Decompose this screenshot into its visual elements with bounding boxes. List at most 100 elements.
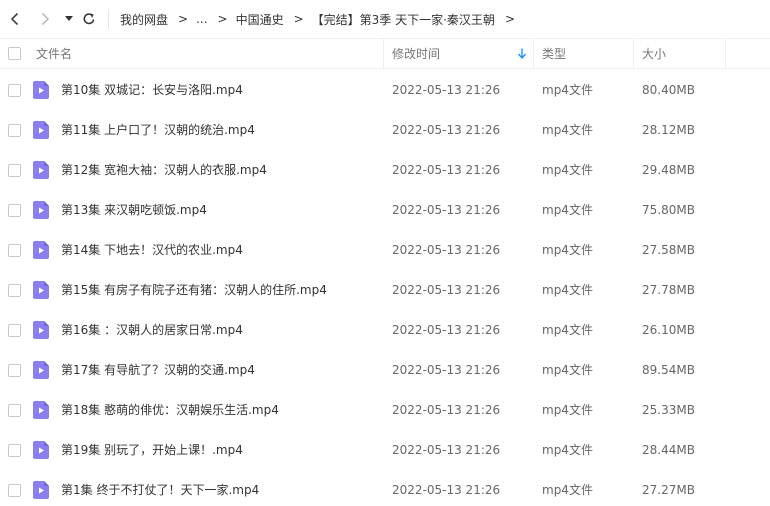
file-row[interactable]: 第1集 终于不打仗了！天下一家.mp4 2022-05-13 21:26 mp4文件… (0, 470, 770, 506)
breadcrumb-item-current[interactable]: 【完结】第3季 天下一家·秦汉王朝 (312, 11, 495, 28)
breadcrumb-item-ellipsis[interactable]: ... (196, 12, 207, 26)
breadcrumb-separator: > (293, 12, 304, 26)
breadcrumb-item-root[interactable]: 我的网盘 (120, 11, 168, 28)
back-button[interactable] (6, 10, 24, 28)
file-modified-time: 2022-05-13 21:26 (392, 323, 501, 337)
video-file-icon (33, 121, 49, 139)
file-size: 89.54MB (642, 363, 695, 377)
row-checkbox[interactable] (8, 244, 21, 257)
file-modified-time: 2022-05-13 21:26 (392, 283, 501, 297)
file-name: 第17集 有导航了？汉朝的交通.mp4 (61, 363, 255, 377)
file-name: 第10集 双城记：长安与洛阳.mp4 (61, 83, 243, 97)
video-file-icon (33, 241, 49, 259)
column-divider[interactable] (725, 39, 726, 68)
file-modified-time: 2022-05-13 21:26 (392, 83, 501, 97)
column-divider[interactable] (533, 39, 534, 68)
file-size: 28.44MB (642, 443, 695, 457)
file-size: 26.10MB (642, 323, 695, 337)
file-size: 27.78MB (642, 283, 695, 297)
file-row[interactable]: 第14集 下地去！汉代的农业.mp4 2022-05-13 21:26 mp4文件 2… (0, 230, 770, 270)
video-file-icon (33, 161, 49, 179)
file-modified-time: 2022-05-13 21:26 (392, 443, 501, 457)
file-size: 80.40MB (642, 83, 695, 97)
video-file-icon (33, 81, 49, 99)
file-type: mp4文件 (542, 483, 593, 497)
video-file-icon (33, 401, 49, 419)
row-checkbox[interactable] (8, 284, 21, 297)
row-checkbox[interactable] (8, 164, 21, 177)
breadcrumb: 我的网盘 > ... > 中国通史 > 【完结】第3季 天下一家·秦汉王朝 > (120, 0, 523, 38)
forward-button[interactable] (36, 10, 54, 28)
refresh-button[interactable] (80, 10, 98, 28)
file-name: 第14集 下地去！汉代的农业.mp4 (61, 243, 243, 257)
file-modified-time: 2022-05-13 21:26 (392, 203, 501, 217)
row-checkbox[interactable] (8, 404, 21, 417)
video-file-icon (33, 361, 49, 379)
file-row[interactable]: 第16集 ：汉朝人的居家日常.mp4 2022-05-13 21:26 mp4文件 2… (0, 310, 770, 350)
file-size: 29.48MB (642, 163, 695, 177)
arrow-down-icon[interactable] (517, 48, 527, 59)
file-size: 75.80MB (642, 203, 695, 217)
file-type: mp4文件 (542, 323, 593, 337)
toolbar: 我的网盘 > ... > 中国通史 > 【完结】第3季 天下一家·秦汉王朝 > (0, 0, 770, 38)
file-row[interactable]: 第12集 宽袍大袖：汉朝人的衣服.mp4 2022-05-13 21:26 mp4文… (0, 150, 770, 190)
file-row[interactable]: 第19集 别玩了，开始上课！.mp4 2022-05-13 21:26 mp4文件 2… (0, 430, 770, 470)
breadcrumb-separator: > (178, 12, 189, 26)
column-divider[interactable] (383, 39, 384, 68)
file-modified-time: 2022-05-13 21:26 (392, 403, 501, 417)
row-checkbox[interactable] (8, 364, 21, 377)
row-checkbox[interactable] (8, 484, 21, 497)
file-type: mp4文件 (542, 123, 593, 137)
file-size: 27.27MB (642, 483, 695, 497)
file-modified-time: 2022-05-13 21:26 (392, 123, 501, 137)
file-modified-time: 2022-05-13 21:26 (392, 483, 501, 497)
file-name: 第19集 别玩了，开始上课！.mp4 (61, 443, 243, 457)
chevron-left-icon (10, 12, 19, 26)
breadcrumb-separator: > (217, 12, 228, 26)
breadcrumb-item-folder[interactable]: 中国通史 (236, 11, 284, 28)
file-name: 第12集 宽袍大袖：汉朝人的衣服.mp4 (61, 163, 267, 177)
file-type: mp4文件 (542, 403, 593, 417)
file-type: mp4文件 (542, 243, 593, 257)
file-row[interactable]: 第10集 双城记：长安与洛阳.mp4 2022-05-13 21:26 mp4文件 8… (0, 70, 770, 110)
file-type: mp4文件 (542, 363, 593, 377)
file-list-header: 文件名 修改时间 类型 大小 (0, 38, 770, 69)
history-dropdown-button[interactable] (60, 10, 78, 28)
video-file-icon (33, 201, 49, 219)
file-row[interactable]: 第18集 憨萌的俳优：汉朝娱乐生活.mp4 2022-05-13 21:26 mp4… (0, 390, 770, 430)
row-checkbox[interactable] (8, 124, 21, 137)
video-file-icon (33, 441, 49, 459)
column-header-modified[interactable]: 修改时间 (392, 39, 440, 68)
file-size: 28.12MB (642, 123, 695, 137)
video-file-icon (33, 321, 49, 339)
file-row[interactable]: 第17集 有导航了？汉朝的交通.mp4 2022-05-13 21:26 mp4文件… (0, 350, 770, 390)
column-divider[interactable] (633, 39, 634, 68)
column-header-name[interactable]: 文件名 (36, 39, 72, 68)
row-checkbox[interactable] (8, 204, 21, 217)
row-checkbox[interactable] (8, 444, 21, 457)
column-header-size[interactable]: 大小 (642, 39, 666, 68)
file-type: mp4文件 (542, 163, 593, 177)
file-type: mp4文件 (542, 283, 593, 297)
file-row[interactable]: 第11集 上户口了！汉朝的统治.mp4 2022-05-13 21:26 mp4文件… (0, 110, 770, 150)
row-checkbox[interactable] (8, 84, 21, 97)
chevron-right-icon (41, 12, 50, 26)
file-type: mp4文件 (542, 203, 593, 217)
file-size: 25.33MB (642, 403, 695, 417)
file-name: 第11集 上户口了！汉朝的统治.mp4 (61, 123, 255, 137)
video-file-icon (33, 481, 49, 499)
file-type: mp4文件 (542, 83, 593, 97)
file-modified-time: 2022-05-13 21:26 (392, 243, 501, 257)
file-row[interactable]: 第15集 有房子有院子还有猪：汉朝人的住所.mp4 2022-05-13 21:2… (0, 270, 770, 310)
toolbar-divider (108, 9, 109, 29)
breadcrumb-separator: > (504, 12, 515, 26)
file-row[interactable]: 第13集 来汉朝吃顿饭.mp4 2022-05-13 21:26 mp4文件 75.8… (0, 190, 770, 230)
select-all-checkbox[interactable] (8, 47, 21, 60)
file-name: 第16集 ：汉朝人的居家日常.mp4 (61, 323, 243, 337)
file-modified-time: 2022-05-13 21:26 (392, 163, 501, 177)
video-file-icon (33, 281, 49, 299)
column-header-type[interactable]: 类型 (542, 39, 566, 68)
file-modified-time: 2022-05-13 21:26 (392, 363, 501, 377)
row-checkbox[interactable] (8, 324, 21, 337)
file-name: 第13集 来汉朝吃顿饭.mp4 (61, 203, 207, 217)
